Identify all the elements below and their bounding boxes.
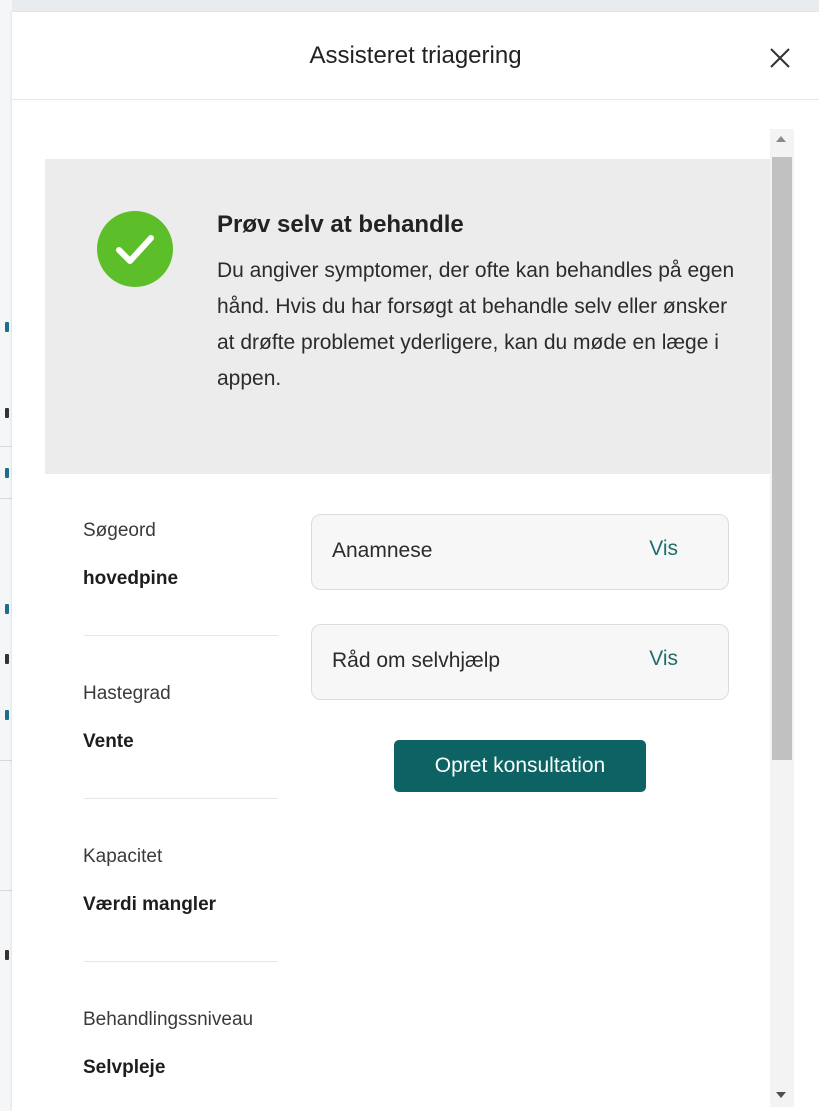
field-capacity: Kapacitet Værdi mangler — [83, 846, 283, 916]
field-value: Selvpleje — [83, 1057, 166, 1078]
triage-dialog: Assisteret triagering Prøv selv at behan… — [12, 12, 819, 1111]
result-description: Du angiver symptomer, der ofte kan behan… — [217, 259, 735, 390]
field-value: Vente — [83, 731, 134, 752]
background-fragment — [5, 604, 9, 614]
show-self-help-link[interactable]: Vis — [649, 647, 678, 671]
background-fragment — [5, 710, 9, 720]
close-button[interactable] — [760, 38, 800, 78]
result-heading: Prøv selv at behandle — [217, 211, 464, 238]
dialog-content: Prøv selv at behandle Du angiver symptom… — [12, 100, 770, 1111]
background-divider — [0, 498, 12, 499]
field-divider — [84, 635, 278, 636]
background-app-edge — [0, 0, 12, 1111]
background-fragment — [5, 322, 9, 332]
scrollbar[interactable] — [770, 129, 794, 1107]
field-label: Søgeord — [83, 520, 156, 541]
field-search-term: Søgeord hovedpine — [83, 520, 283, 590]
background-divider — [0, 446, 12, 447]
self-help-card: Råd om selvhjælp Vis — [311, 624, 729, 700]
field-label: Behandlingssniveau — [83, 1009, 254, 1030]
show-anamnesis-link[interactable]: Vis — [649, 537, 678, 561]
background-divider — [0, 890, 12, 891]
background-fragment — [5, 654, 9, 664]
scroll-down-icon[interactable] — [776, 1092, 786, 1098]
anamnesis-card: Anamnese Vis — [311, 514, 729, 590]
background-fragment — [5, 950, 9, 960]
scroll-up-icon[interactable] — [776, 136, 786, 142]
close-icon — [770, 48, 790, 68]
background-divider — [0, 760, 12, 761]
field-label: Hastegrad — [83, 683, 171, 704]
field-label: Kapacitet — [83, 846, 163, 867]
dialog-title: Assisteret triagering — [309, 42, 522, 69]
field-urgency: Hastegrad Vente — [83, 683, 283, 753]
triage-result-box: Prøv selv at behandle Du angiver symptom… — [45, 159, 770, 474]
dialog-header: Assisteret triagering — [12, 12, 819, 100]
background-fragment — [5, 468, 9, 478]
card-label: Råd om selvhjælp — [332, 649, 501, 672]
field-divider — [84, 961, 278, 962]
background-fragment — [5, 408, 9, 418]
field-value: hovedpine — [83, 568, 179, 589]
card-label: Anamnese — [332, 539, 433, 562]
field-treatment-level: Behandlingssniveau Selvpleje — [83, 1009, 283, 1079]
field-divider — [84, 798, 278, 799]
check-circle-icon — [97, 211, 173, 287]
create-consultation-button[interactable]: Opret konsultation — [394, 740, 646, 792]
field-value: Værdi mangler — [83, 894, 217, 915]
scrollbar-thumb[interactable] — [772, 157, 792, 760]
